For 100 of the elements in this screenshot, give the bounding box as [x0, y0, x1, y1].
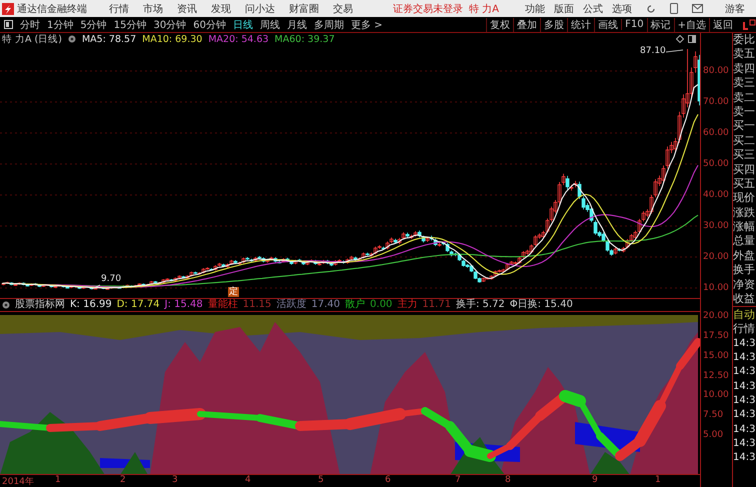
trade-time: 14:3	[733, 380, 756, 394]
period-tab[interactable]: 30分钟	[153, 18, 186, 32]
menu-item[interactable]: 问小达	[245, 2, 275, 16]
chart-tool-button[interactable]: 叠加	[513, 18, 540, 32]
gear-icon[interactable]	[2, 301, 10, 309]
quote-field-label: 买三	[733, 148, 756, 163]
app-title: 通达信金融终端	[17, 2, 87, 16]
indicator-value: 0.00	[370, 299, 392, 311]
quote-field-label: 外盘	[733, 248, 756, 264]
moving-average-value: MA5: 78.57	[82, 34, 136, 44]
chart-tool-button[interactable]: 返回	[709, 18, 736, 32]
date-label: 2	[120, 475, 126, 485]
indicator-axis-label: 20.00	[703, 311, 729, 321]
login-notice[interactable]: 证券交易未登录	[393, 2, 463, 16]
leader-line	[666, 50, 684, 52]
chart-tool-button[interactable]: 画线	[594, 18, 622, 32]
period-tab[interactable]: 更多 >	[350, 18, 383, 32]
menu-item[interactable]: 资讯	[177, 2, 197, 16]
period-tab[interactable]: 分时	[20, 18, 40, 32]
price-axis-label: 10.00	[703, 283, 729, 293]
indicator-label: 活跃度	[276, 299, 306, 311]
indicator-value: D: 17.74	[116, 299, 160, 311]
indicator-name: 股票指标网	[15, 299, 65, 311]
menu-item[interactable]: 财富圈	[289, 2, 319, 16]
period-tab[interactable]: 日线	[232, 18, 253, 32]
price-axis-label: 60.00	[703, 128, 729, 138]
menu-item[interactable]: 市场	[143, 2, 163, 16]
envelope-icon[interactable]	[692, 4, 704, 13]
date-label: 2014年	[2, 476, 34, 487]
phone-icon[interactable]	[670, 3, 678, 14]
marker-badge: 定	[228, 287, 239, 297]
quote-field-label: 买二	[733, 134, 756, 148]
price-axis-label: 40.00	[703, 190, 729, 200]
period-tab[interactable]: 多周期	[314, 18, 344, 32]
date-label: 1	[655, 475, 661, 485]
quote-field-label: 换手	[733, 263, 756, 278]
indicator-value: 换手: 5.72	[456, 299, 505, 311]
gear-icon[interactable]	[68, 35, 76, 43]
period-tab[interactable]: 1分钟	[47, 18, 74, 32]
indicator-value: 11.71	[422, 299, 451, 311]
indicator-axis-label: 17.50	[703, 330, 729, 341]
quote-field-label: 买五	[733, 176, 756, 192]
quote-field-label: 现价	[733, 191, 756, 206]
trade-time: 14:3	[733, 408, 756, 422]
price-axis-label: 70.00	[703, 97, 729, 107]
date-label: 7	[455, 475, 461, 485]
retail-area	[120, 452, 148, 475]
period-tab[interactable]: 周线	[260, 18, 280, 32]
quote-field-label: 卖四	[733, 62, 756, 76]
moving-average-value: MA60: 39.37	[274, 34, 335, 44]
quote-field-label: 卖一	[733, 104, 756, 120]
quote-field-label: 买四	[733, 162, 756, 177]
menu-item[interactable]: 功能	[525, 2, 546, 16]
quote-field-label: 涨幅	[733, 220, 756, 234]
menu-item[interactable]: 选项	[612, 2, 632, 16]
chart-tool-button[interactable]: 统计	[567, 18, 594, 32]
date-label: 9	[592, 475, 598, 485]
panel-icon[interactable]	[4, 20, 13, 29]
indicator-axis-label: 12.50	[703, 370, 729, 381]
period-tab[interactable]: 60分钟	[193, 18, 226, 32]
quote-field-label: 总量	[733, 234, 756, 249]
period-tab[interactable]: 15分钟	[114, 18, 146, 32]
chart-tool-button[interactable]: F10	[621, 19, 647, 30]
indicator-label: 散户	[345, 299, 366, 311]
moving-average-value: MA10: 69.30	[142, 34, 202, 44]
menu-item[interactable]: 行情	[109, 2, 129, 16]
quote-field-label: 卖三	[733, 76, 756, 91]
outflow-band	[575, 422, 640, 452]
window-icon[interactable]	[688, 35, 696, 43]
period-tab[interactable]: 5分钟	[80, 18, 107, 32]
price-axis-label: 80.00	[703, 66, 729, 76]
quote-field-label: 卖二	[733, 90, 756, 105]
diamond-icon[interactable]	[676, 35, 684, 43]
quote-field-label: 涨跌	[733, 206, 756, 220]
menu-item[interactable]: 发现	[211, 2, 231, 16]
auto-label[interactable]: 自动	[733, 306, 756, 322]
menu-item[interactable]: 公式	[583, 2, 604, 16]
indicator-value: J: 15.48	[164, 299, 203, 311]
menu-item[interactable]: 交易	[333, 2, 353, 16]
trade-time: 14:3	[733, 394, 756, 408]
indicator-value: Φ日换: 15.40	[510, 299, 573, 311]
trade-time: 14:3	[733, 365, 756, 380]
chart-tool-button[interactable]: +自选	[674, 18, 709, 32]
trade-time: 14:3	[733, 451, 756, 466]
chart-tool-button[interactable]: 多股	[540, 18, 568, 32]
indicator-value: 17.40	[311, 299, 340, 311]
period-tab[interactable]: 月线	[286, 18, 307, 32]
leader-line	[92, 284, 100, 290]
user-label[interactable]: 游客	[725, 2, 746, 16]
quote-field-label: 买一	[733, 119, 756, 134]
retail-area	[450, 437, 505, 475]
trade-time: 14:3	[733, 436, 756, 451]
trade-time: 14:3	[733, 422, 756, 437]
chart-tool-button[interactable]: 复权	[486, 18, 514, 32]
menu-item[interactable]: 版面	[554, 2, 574, 16]
refresh-icon[interactable]	[646, 4, 656, 14]
stock-name: 特 力A	[469, 2, 500, 16]
chart-tool-button[interactable]: 标记	[646, 18, 674, 32]
price-axis-label: 20.00	[703, 252, 729, 262]
indicator-axis-label: 10.00	[703, 390, 729, 400]
